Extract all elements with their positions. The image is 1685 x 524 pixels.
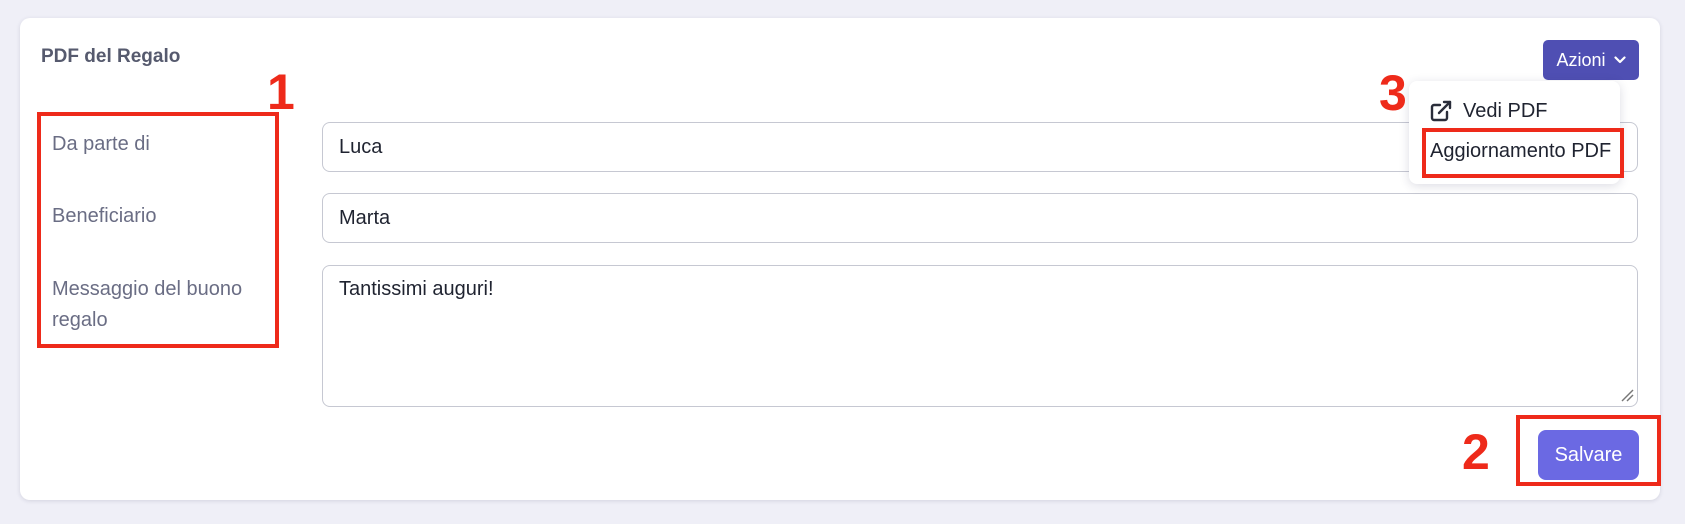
annotation-number-2: 2 [1462,424,1490,480]
external-link-icon [1430,100,1452,122]
message-field[interactable]: Tantissimi auguri! [322,265,1638,407]
resize-grip-icon[interactable] [1620,388,1634,402]
menu-item-view-pdf[interactable]: Vedi PDF [1429,99,1547,123]
annotation-number-1: 1 [267,64,295,120]
annotation-box-2 [1516,415,1661,486]
annotation-box-1 [37,112,279,348]
actions-dropdown-button[interactable]: Azioni [1543,40,1639,80]
chevron-down-icon [1613,56,1626,64]
annotation-box-3 [1422,128,1624,178]
actions-dropdown-label: Azioni [1556,49,1606,70]
annotation-number-3: 3 [1379,65,1407,121]
card-title: PDF del Regalo [41,46,181,67]
menu-item-view-pdf-label: Vedi PDF [1463,99,1548,122]
recipient-field[interactable] [322,193,1638,243]
